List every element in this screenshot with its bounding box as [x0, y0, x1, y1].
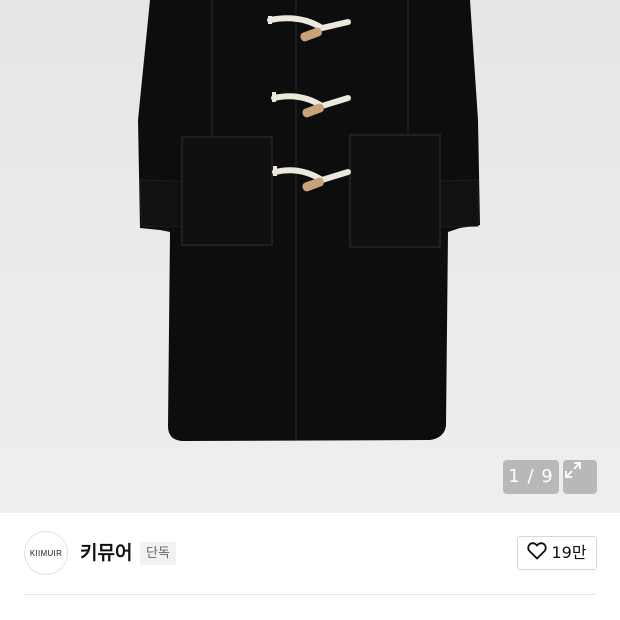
like-button[interactable]: 19만 [517, 536, 597, 570]
brand-bar: KIIMUIR 키뮤어 단독 19만 [0, 513, 620, 593]
product-image[interactable]: 1 / 9 [0, 0, 620, 513]
page-counter-label: 1 / 9 [508, 466, 554, 487]
brand-logo-text: KIIMUIR [29, 548, 63, 558]
divider [24, 594, 596, 595]
brand-name[interactable]: 키뮤어 [80, 540, 132, 566]
like-count: 19만 [551, 543, 587, 562]
page-counter: 1 / 9 [503, 460, 559, 494]
exclusive-badge: 단독 [140, 542, 176, 565]
coat-illustration [138, 0, 480, 441]
heart-outline-icon [527, 542, 548, 564]
brand-logo[interactable]: KIIMUIR [24, 531, 68, 575]
expand-button[interactable] [563, 460, 597, 494]
